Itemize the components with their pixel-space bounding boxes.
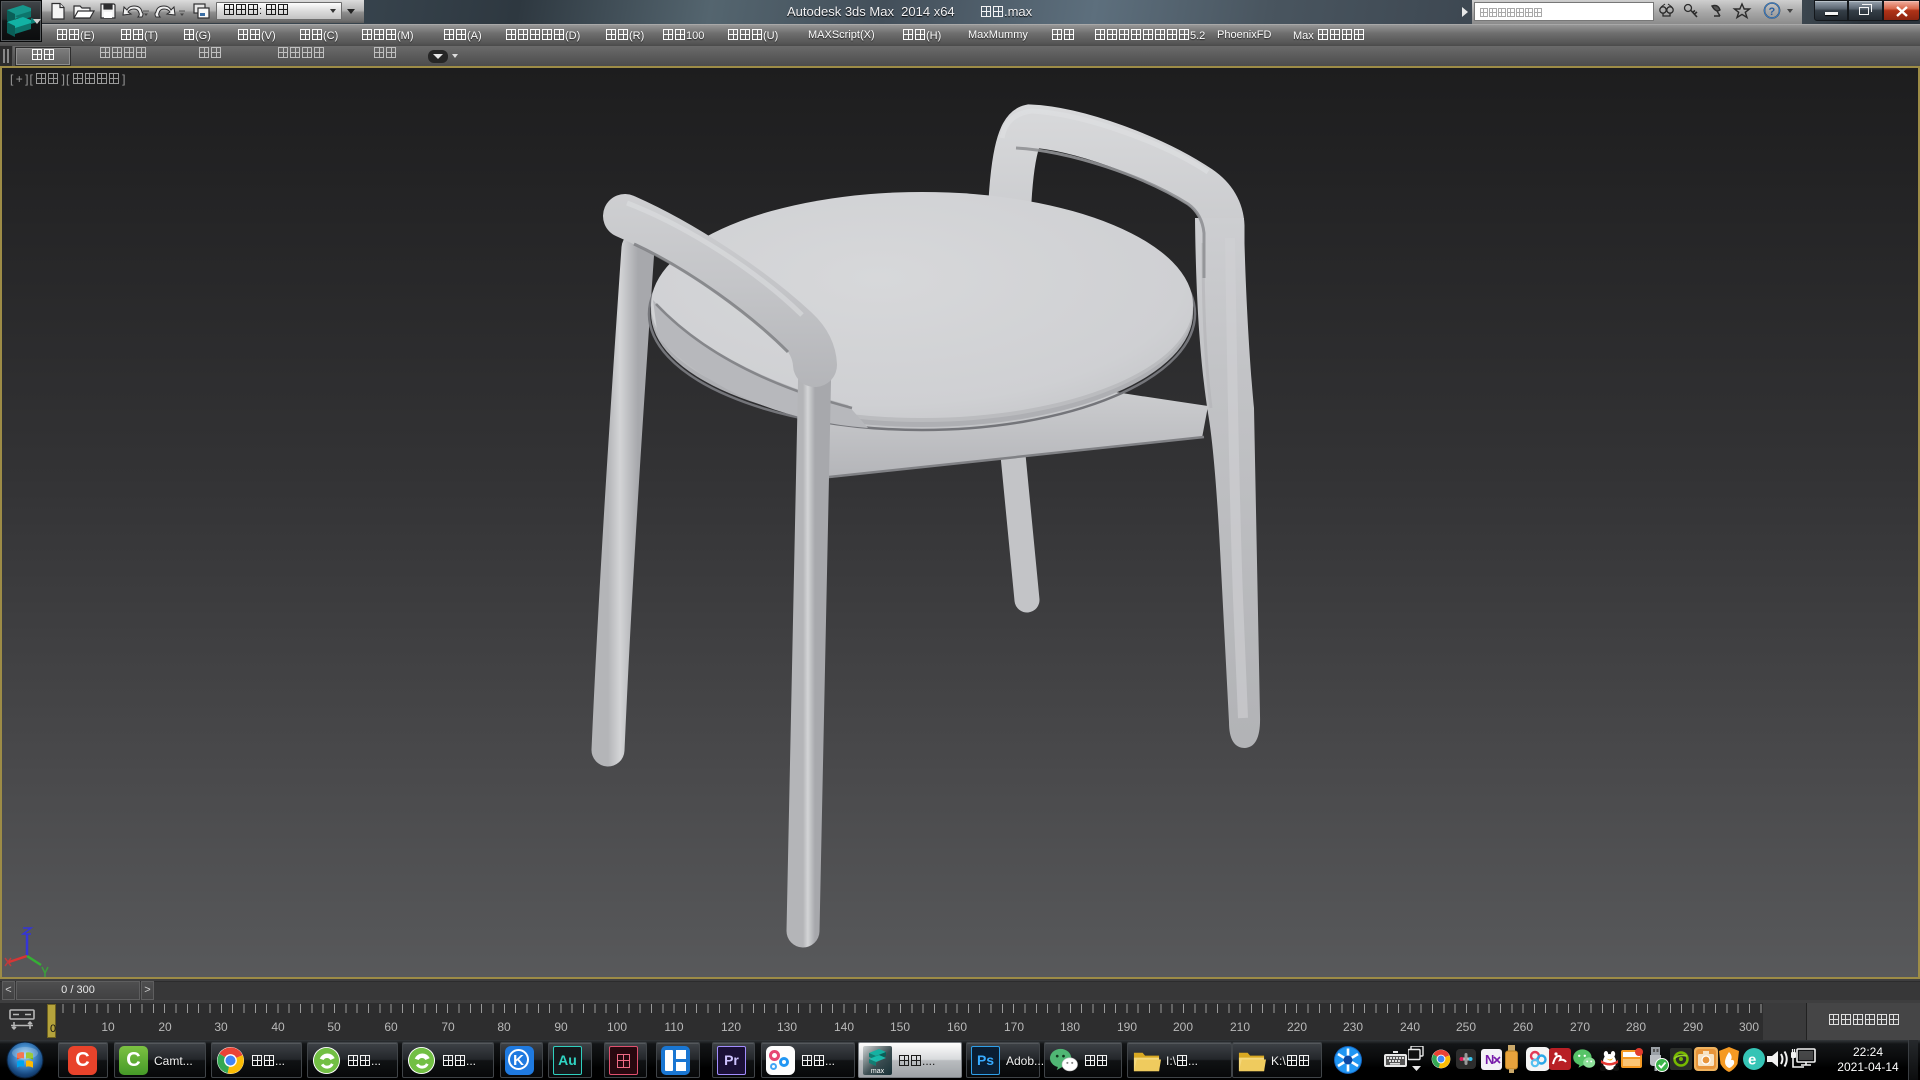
svg-text:e: e (1748, 1052, 1756, 1069)
svg-text:N: N (1485, 1052, 1494, 1067)
svg-text:?: ? (1769, 6, 1776, 18)
